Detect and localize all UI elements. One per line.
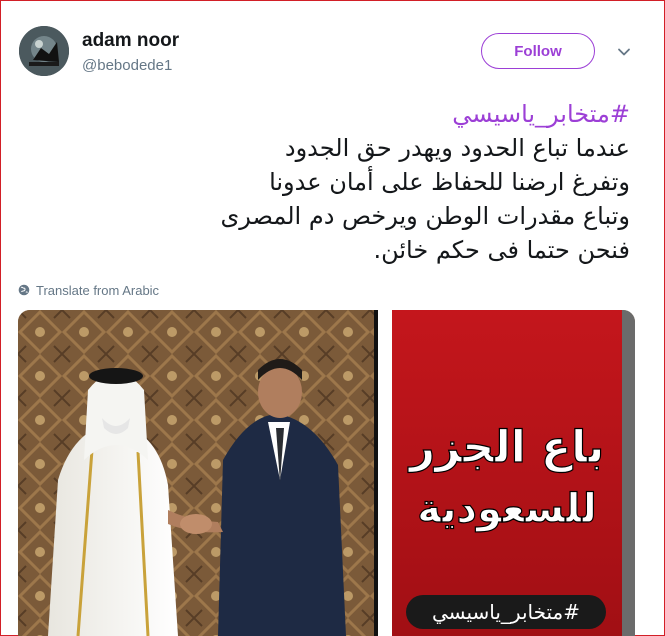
tweet-header: adam noor @bebodede1 Follow [0, 0, 665, 90]
translate-link[interactable]: Translate from Arabic [18, 281, 159, 299]
chevron-down-icon[interactable] [617, 45, 631, 59]
media-headline-2: للسعودية [417, 486, 597, 532]
avatar[interactable] [19, 26, 69, 76]
tweet-image[interactable]: باع الجزر للسعودية #متخابر_ياسيسي [18, 310, 635, 636]
tweet-line: فنحن حتما فى حكم خائن. [373, 236, 630, 264]
tweet-text: #متخابر_ياسيسي عندما تباع الحدود ويهدر ح… [70, 97, 630, 267]
username[interactable]: @bebodede1 [82, 57, 172, 74]
display-name[interactable]: adam noor [82, 30, 179, 52]
tweet-line: وتباع مقدرات الوطن ويرخص دم المصرى [220, 202, 630, 230]
tweet-hashtag[interactable]: #متخابر_ياسيسي [70, 97, 630, 131]
media-hashtag-badge: #متخابر_ياسيسي [432, 600, 580, 625]
translate-label: Translate from Arabic [36, 282, 160, 298]
follow-button[interactable]: Follow [481, 33, 595, 69]
tweet-line: وتفرغ ارضنا للحفاظ على أمان عدونا [269, 168, 630, 196]
globe-icon [18, 284, 30, 296]
media-headline-1: باع الجزر [408, 422, 604, 473]
media-artwork: باع الجزر للسعودية #متخابر_ياسيسي [18, 310, 635, 636]
tweet-line: عندما تباع الحدود ويهدر حق الجدود [284, 134, 630, 162]
